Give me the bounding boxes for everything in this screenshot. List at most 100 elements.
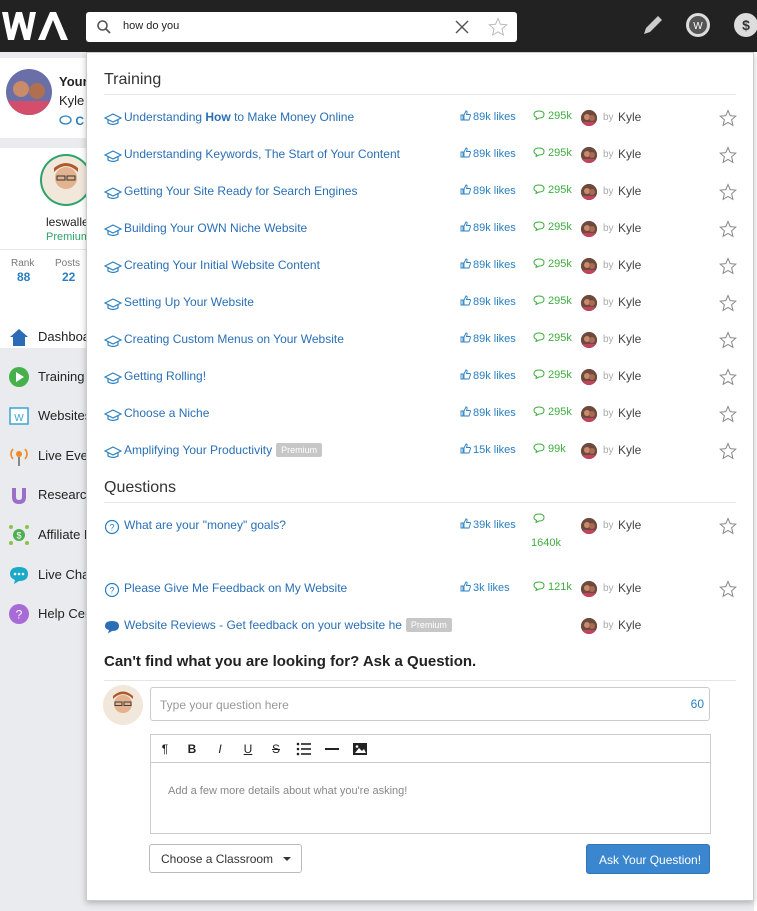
- comments-count[interactable]: 295k: [533, 110, 572, 122]
- star-icon[interactable]: [719, 442, 737, 460]
- likes-count[interactable]: 89k likes: [460, 406, 516, 419]
- training-result-item[interactable]: Getting Your Site Ready for Search Engin…: [104, 183, 737, 207]
- comments-count[interactable]: 99k: [533, 443, 566, 455]
- star-icon[interactable]: [719, 331, 737, 349]
- training-result-item[interactable]: Creating Your Initial Website Content 89k…: [104, 257, 737, 281]
- training-result-title[interactable]: Setting Up Your Website: [124, 295, 254, 309]
- star-icon[interactable]: [719, 405, 737, 423]
- likes-count[interactable]: 39k likes: [460, 518, 516, 531]
- likes-count[interactable]: 15k likes: [460, 443, 516, 456]
- star-icon[interactable]: [719, 580, 737, 598]
- training-result-item[interactable]: Setting Up Your Website 89k likes 295k by Ky…: [104, 294, 737, 318]
- member-card: leswalle Premium Rank 88 Posts 22: [0, 148, 92, 348]
- question-result-item[interactable]: ? What are your "money" goals? 39k likes 16…: [104, 513, 737, 549]
- underline-button[interactable]: U: [239, 740, 257, 758]
- avatar[interactable]: [6, 69, 52, 115]
- question-result-title[interactable]: Please Give Me Feedback on My Website: [124, 581, 347, 595]
- likes-count[interactable]: 3k likes: [460, 581, 510, 594]
- star-icon[interactable]: [719, 146, 737, 164]
- likes-count[interactable]: 89k likes: [460, 184, 516, 197]
- divider: [0, 249, 90, 250]
- question-result-title[interactable]: Website Reviews - Get feedback on your w…: [124, 618, 452, 632]
- star-icon[interactable]: [719, 183, 737, 201]
- star-icon[interactable]: [719, 368, 737, 386]
- training-result-title[interactable]: Understanding Keywords, The Start of You…: [124, 147, 400, 161]
- graduation-cap-icon: [104, 298, 122, 311]
- question-result-item[interactable]: Website Reviews - Get feedback on your w…: [104, 617, 736, 641]
- training-result-item[interactable]: Understanding Keywords, The Start of You…: [104, 146, 737, 170]
- training-result-title[interactable]: Understanding How to Make Money Online: [124, 110, 354, 124]
- paragraph-button[interactable]: ¶: [156, 740, 174, 758]
- author-avatar: [581, 618, 597, 634]
- details-editor[interactable]: ¶ B I U S Add a few more details about w…: [150, 734, 711, 834]
- wa-badge-icon[interactable]: W: [685, 12, 711, 38]
- training-result-item[interactable]: Getting Rolling! 89k likes 295k by Kyle: [104, 368, 737, 392]
- star-icon[interactable]: [719, 517, 737, 535]
- comments-count[interactable]: 295k: [533, 295, 572, 307]
- training-result-title[interactable]: Creating Your Initial Website Content: [124, 258, 320, 272]
- training-result-item[interactable]: Understanding How to Make Money Online 89…: [104, 109, 737, 133]
- pencil-icon[interactable]: [640, 12, 666, 38]
- training-result-title[interactable]: Choose a Niche: [124, 406, 209, 420]
- training-result-item[interactable]: Choose a Niche 89k likes 295k by Kyle: [104, 405, 737, 429]
- premium-badge: Premium: [405, 618, 452, 632]
- likes-count[interactable]: 89k likes: [460, 295, 516, 308]
- comments-count[interactable]: 295k: [533, 406, 572, 418]
- graduation-cap-icon: [104, 150, 122, 163]
- training-result-item[interactable]: Creating Custom Menus on Your Website 89k…: [104, 331, 737, 355]
- question-input[interactable]: Type your question here 60: [150, 687, 710, 721]
- dollar-icon[interactable]: $: [733, 12, 757, 38]
- star-icon[interactable]: [719, 294, 737, 312]
- likes-count[interactable]: 89k likes: [460, 369, 516, 382]
- rank-value[interactable]: 88: [17, 270, 30, 284]
- strikethrough-button[interactable]: S: [267, 740, 285, 758]
- italic-button[interactable]: I: [211, 740, 229, 758]
- author-name: Kyle: [618, 147, 642, 161]
- ask-question-button[interactable]: Ask Your Question!: [586, 844, 710, 874]
- member-avatar[interactable]: [40, 154, 92, 206]
- likes-count[interactable]: 89k likes: [460, 258, 516, 271]
- rank-label: Rank: [11, 258, 35, 269]
- likes-count[interactable]: 89k likes: [460, 147, 516, 160]
- profile-link[interactable]: C: [59, 114, 84, 128]
- star-icon[interactable]: [719, 109, 737, 127]
- by-label: by: [603, 260, 614, 271]
- search-box[interactable]: how do you: [86, 12, 517, 42]
- choose-classroom-dropdown[interactable]: Choose a Classroom: [149, 844, 302, 873]
- close-icon[interactable]: [454, 18, 470, 36]
- likes-count[interactable]: 89k likes: [460, 110, 516, 123]
- wealthy-affiliate-logo[interactable]: [2, 8, 70, 44]
- training-result-title[interactable]: Getting Rolling!: [124, 369, 206, 383]
- training-result-title[interactable]: Building Your OWN Niche Website: [124, 221, 307, 235]
- comments-count[interactable]: 295k: [533, 258, 572, 270]
- likes-count[interactable]: 89k likes: [460, 332, 516, 345]
- question-result-item[interactable]: ? Please Give Me Feedback on My Website 3k…: [104, 580, 737, 604]
- list-icon[interactable]: [295, 740, 313, 758]
- training-result-item[interactable]: Building Your OWN Niche Website 89k likes…: [104, 220, 737, 244]
- comments-count[interactable]: 295k: [533, 147, 572, 159]
- star-icon[interactable]: [719, 220, 737, 238]
- star-icon[interactable]: [488, 17, 508, 37]
- likes-count[interactable]: 89k likes: [460, 221, 516, 234]
- training-result-item[interactable]: Amplifying Your Productivity Premium 15k l…: [104, 442, 737, 466]
- comments-count[interactable]: 295k: [533, 369, 572, 381]
- posts-value[interactable]: 22: [62, 270, 75, 284]
- image-icon[interactable]: [351, 740, 369, 758]
- author-name: Kyle: [618, 110, 642, 124]
- graduation-cap-icon: [104, 335, 122, 348]
- comments-count[interactable]: 295k: [533, 221, 572, 233]
- username[interactable]: leswalle: [46, 215, 89, 229]
- training-result-title[interactable]: Getting Your Site Ready for Search Engin…: [124, 184, 357, 198]
- search-input[interactable]: how do you: [123, 20, 179, 32]
- comments-count[interactable]: 295k: [533, 332, 572, 344]
- comments-count[interactable]: 295k: [533, 184, 572, 196]
- bold-button[interactable]: B: [183, 740, 201, 758]
- question-result-title[interactable]: What are your "money" goals?: [124, 518, 286, 532]
- comments-count[interactable]: 121k: [533, 581, 572, 593]
- training-result-title[interactable]: Creating Custom Menus on Your Website: [124, 332, 344, 346]
- star-icon[interactable]: [719, 257, 737, 275]
- comments-count[interactable]: 1640k: [531, 513, 561, 549]
- training-result-title[interactable]: Amplifying Your Productivity Premium: [124, 443, 323, 457]
- horizontal-rule-icon[interactable]: [323, 740, 341, 758]
- thumbs-up-icon: [460, 581, 471, 592]
